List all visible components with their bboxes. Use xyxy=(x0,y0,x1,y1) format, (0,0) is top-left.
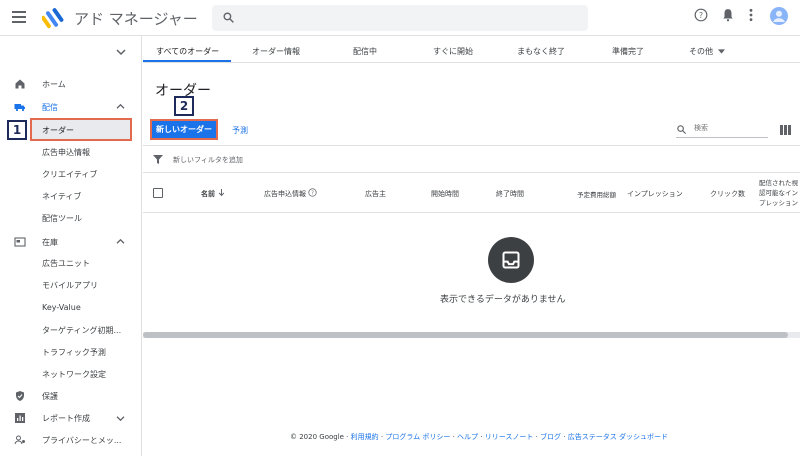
sidebar-item-label: ホーム xyxy=(42,80,66,89)
inbox-icon xyxy=(488,237,534,283)
search-icon xyxy=(223,12,234,23)
chevron-down-icon[interactable] xyxy=(116,415,125,422)
sidebar-subitem-ad-units[interactable]: 広告ユニット xyxy=(42,258,90,269)
add-filter-text: 新しいフィルタを追加 xyxy=(173,156,243,164)
app-title: アド マネージャー xyxy=(74,10,198,28)
sidebar-subitem-orders[interactable]: オーダー xyxy=(30,118,132,141)
footer-link-blog[interactable]: ブログ xyxy=(540,433,561,441)
column-header-total-budget[interactable]: 予定費用総額 xyxy=(577,189,616,199)
footer-link-help[interactable]: ヘルプ xyxy=(457,433,478,441)
copyright-text: © 2020 Google xyxy=(290,433,344,441)
sidebar-subitem-label: オーダー xyxy=(42,126,74,135)
tab-ending-soon[interactable]: まもなく終了 xyxy=(517,46,565,57)
inventory-icon xyxy=(14,237,26,247)
tab-starting-soon[interactable]: すぐに開始 xyxy=(433,46,473,57)
sidebar-subitem-delivery-tools[interactable]: 配信ツール xyxy=(42,213,82,224)
chevron-up-icon[interactable] xyxy=(116,103,125,110)
active-tab-indicator xyxy=(143,60,231,62)
footer-link-release-notes[interactable]: リリースノート xyxy=(485,433,534,441)
sidebar-subitem-key-value[interactable]: Key-Value xyxy=(42,303,81,312)
column-header-start-time[interactable]: 開始時間 xyxy=(431,189,459,199)
annotation-badge-1: 1 xyxy=(7,120,27,140)
annotation-badge-2: 2 xyxy=(174,96,194,116)
table-search-input[interactable] xyxy=(694,124,764,132)
column-header-end-time[interactable]: 終了時間 xyxy=(496,189,524,199)
sidebar-subitem-network-settings[interactable]: ネットワーク設定 xyxy=(42,369,106,380)
sidebar-item-label: レポート作成 xyxy=(42,414,90,423)
tab-all-orders[interactable]: すべてのオーダー xyxy=(156,46,219,57)
sidebar-subitem-mobile-apps[interactable]: モバイルアプリ xyxy=(42,280,98,291)
filter-bar[interactable]: 新しいフィルタを追加 xyxy=(143,145,800,173)
sidebar-item-label: 在庫 xyxy=(42,238,58,247)
column-header-viewable-impressions[interactable]: 配信された視認可能なインプレッション xyxy=(753,178,798,208)
column-settings-icon[interactable] xyxy=(780,125,791,135)
delivery-truck-icon xyxy=(14,104,25,112)
avatar[interactable] xyxy=(770,7,788,25)
tab-delivering[interactable]: 配信中 xyxy=(353,46,377,57)
sidebar-subitem-creatives[interactable]: クリエイティブ xyxy=(42,169,97,180)
bar-chart-icon xyxy=(15,413,25,423)
sidebar-subitem-line-items[interactable]: 広告申込情報 xyxy=(42,147,90,158)
new-order-button[interactable]: 新しいオーダー xyxy=(150,119,218,140)
chevron-up-icon[interactable] xyxy=(116,238,125,245)
sidebar-item-label: 配信 xyxy=(42,103,58,112)
footer-link-terms[interactable]: 利用規約 xyxy=(351,433,379,441)
empty-state-message: 表示できるデータがありません xyxy=(440,295,566,305)
footer: © 2020 Google · 利用規約 · プログラム ポリシー · ヘルプ … xyxy=(290,433,668,441)
column-header-impressions[interactable]: インプレッション xyxy=(627,189,683,199)
select-all-checkbox[interactable] xyxy=(153,188,163,198)
sidebar-subitem-native[interactable]: ネイティブ xyxy=(42,191,81,202)
forecast-link[interactable]: 予測 xyxy=(232,125,248,136)
sidebar-item-label: プライバシーとメッ... xyxy=(42,436,122,445)
dropdown-arrow-icon[interactable] xyxy=(718,49,725,54)
sidebar-subitem-targeting[interactable]: ターゲティング初期... xyxy=(42,325,121,336)
chevron-down-icon[interactable] xyxy=(116,48,126,56)
sidebar-item-label: 保護 xyxy=(42,392,58,401)
column-header-name[interactable]: 名前 xyxy=(201,189,215,199)
table-header: 名前 広告申込情報 ? 広告主 開始時間 終了時間 予定費用総額 インプレッショ… xyxy=(143,173,800,213)
home-icon xyxy=(15,79,25,89)
shield-icon xyxy=(16,391,24,401)
filter-icon xyxy=(153,155,163,164)
person-icon xyxy=(14,435,25,445)
svg-text:?: ? xyxy=(699,11,703,20)
sidebar-subitem-traffic-forecast[interactable]: トラフィック予測 xyxy=(42,347,106,358)
column-header-line-items[interactable]: 広告申込情報 xyxy=(264,189,306,199)
ad-manager-logo xyxy=(42,8,64,29)
top-bar: アド マネージャー ? xyxy=(0,0,800,36)
footer-link-status-dashboard[interactable]: 広告ステータス ダッシュボード xyxy=(568,433,668,441)
table-search xyxy=(676,122,768,138)
more-vert-icon[interactable] xyxy=(748,8,754,22)
tab-ready[interactable]: 準備完了 xyxy=(612,46,644,57)
help-circle-icon[interactable]: ? xyxy=(308,188,317,197)
column-header-advertiser[interactable]: 広告主 xyxy=(365,189,386,199)
global-search[interactable] xyxy=(212,5,588,31)
tab-more[interactable]: その他 xyxy=(689,46,713,57)
menu-icon[interactable] xyxy=(12,11,26,23)
tab-order-info[interactable]: オーダー情報 xyxy=(252,46,300,57)
notifications-icon[interactable] xyxy=(722,8,734,22)
footer-link-program-policy[interactable]: プログラム ポリシー xyxy=(385,433,450,441)
sort-arrow-down-icon[interactable] xyxy=(218,189,225,197)
svg-text:?: ? xyxy=(311,190,314,196)
help-icon[interactable]: ? xyxy=(694,8,708,22)
scrollbar-thumb[interactable] xyxy=(143,332,788,338)
column-header-clicks[interactable]: クリック数 xyxy=(710,189,745,199)
